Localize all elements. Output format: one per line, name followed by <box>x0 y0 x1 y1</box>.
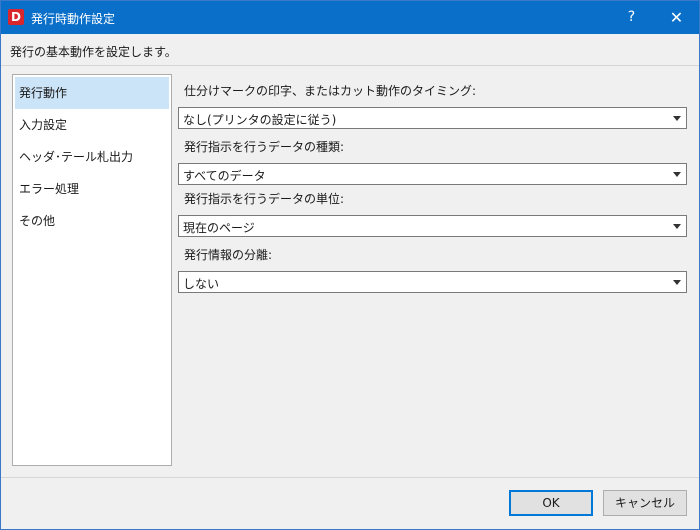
ok-button[interactable]: OK <box>509 490 593 516</box>
info-separation-value: しない <box>183 277 220 291</box>
info-separation-label: 発行情報の分離: <box>184 248 273 262</box>
data-unit-label: 発行指示を行うデータの単位: <box>184 192 345 206</box>
dialog-description-bar: 発行の基本動作を設定します。 <box>1 34 699 66</box>
data-type-select[interactable]: すべてのデータ <box>178 163 687 185</box>
cancel-button[interactable]: キャンセル <box>603 490 687 516</box>
help-button[interactable]: ? <box>609 1 654 34</box>
data-unit-select[interactable]: 現在のページ <box>178 215 687 237</box>
info-separation-select[interactable]: しない <box>178 271 687 293</box>
chevron-down-icon <box>673 116 681 121</box>
sort-mark-timing-label: 仕分けマークの印字、またはカット動作のタイミング: <box>184 84 477 98</box>
app-logo-icon: D <box>8 9 24 25</box>
chevron-down-icon <box>673 280 681 285</box>
close-button[interactable]: ✕ <box>654 1 699 34</box>
chevron-down-icon <box>673 172 681 177</box>
data-type-value: すべてのデータ <box>183 169 266 183</box>
category-item-other[interactable]: その他 <box>15 205 169 237</box>
dialog-description: 発行の基本動作を設定します。 <box>10 45 177 59</box>
category-list: 発行動作 入力設定 ヘッダ･テール札出力 エラー処理 その他 <box>12 74 172 466</box>
data-unit-value: 現在のページ <box>183 221 255 235</box>
sort-mark-timing-select[interactable]: なし(プリンタの設定に従う) <box>178 107 687 129</box>
category-item-issue-behavior[interactable]: 発行動作 <box>15 77 169 109</box>
chevron-down-icon <box>673 224 681 229</box>
category-item-input-settings[interactable]: 入力設定 <box>15 109 169 141</box>
dialog-footer: OK キャンセル <box>1 477 699 529</box>
data-type-label: 発行指示を行うデータの種類: <box>184 140 345 154</box>
category-item-header-tail-output[interactable]: ヘッダ･テール札出力 <box>15 141 169 173</box>
dialog-window: D 発行時動作設定 ? ✕ 発行の基本動作を設定します。 発行動作 入力設定 ヘ… <box>0 0 700 530</box>
category-item-error-handling[interactable]: エラー処理 <box>15 173 169 205</box>
title-bar[interactable]: D 発行時動作設定 ? ✕ <box>1 1 699 34</box>
window-title: 発行時動作設定 <box>31 12 116 26</box>
settings-panel: 仕分けマークの印字、またはカット動作のタイミング: なし(プリンタの設定に従う)… <box>177 74 691 474</box>
sort-mark-timing-value: なし(プリンタの設定に従う) <box>183 113 337 127</box>
